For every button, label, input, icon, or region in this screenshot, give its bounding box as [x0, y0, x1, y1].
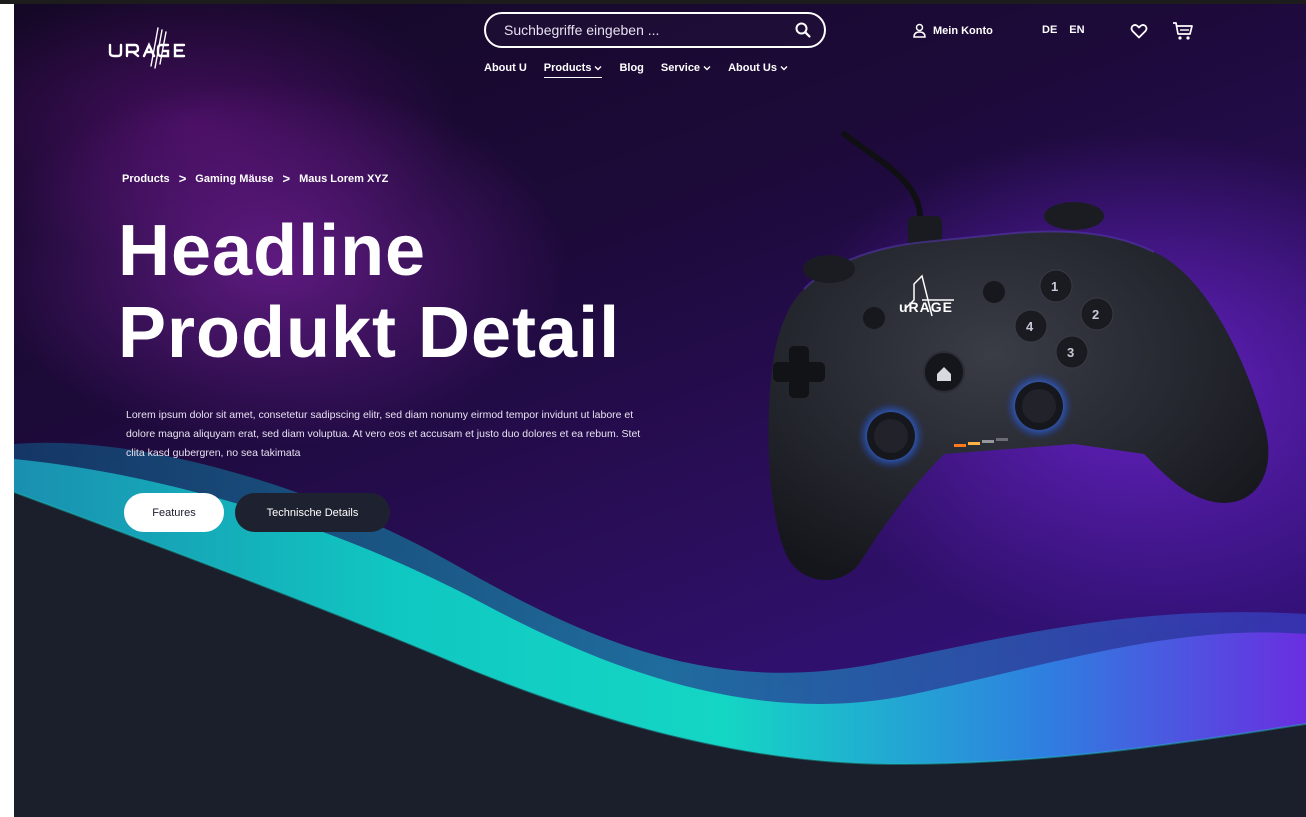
cart-icon[interactable]	[1172, 21, 1194, 41]
nav-item-products[interactable]: Products	[543, 62, 603, 78]
headline-line-2: Produkt Detail	[118, 293, 621, 373]
headline-line-1: Headline	[118, 211, 427, 291]
nav-item-blog[interactable]: Blog	[619, 62, 643, 78]
search-bar[interactable]	[484, 12, 826, 48]
language-switcher: DE EN	[1042, 24, 1085, 36]
svg-text:3: 3	[1067, 345, 1074, 360]
chevron-down-icon	[594, 66, 602, 71]
main-navigation: About U Products Blog Service About Us	[484, 62, 788, 78]
chevron-down-icon	[780, 66, 788, 71]
nav-item-label: About Us	[728, 62, 777, 74]
nav-item-label: About U	[484, 62, 527, 74]
breadcrumb-gaming-maeuse[interactable]: Gaming Mäuse	[195, 173, 273, 185]
technical-details-button[interactable]: Technische Details	[235, 493, 390, 532]
chevron-down-icon	[703, 66, 711, 71]
page-headline: Headline Produkt Detail	[118, 210, 620, 374]
features-button[interactable]: Features	[124, 493, 224, 532]
breadcrumb-current[interactable]: Maus Lorem XYZ	[299, 173, 388, 185]
heart-icon[interactable]	[1130, 23, 1148, 39]
language-en[interactable]: EN	[1069, 24, 1084, 36]
svg-text:uRAGE: uRAGE	[899, 299, 953, 315]
gamepad-product-image: uRAGE 1 2 4 3	[768, 131, 1269, 581]
breadcrumb-separator: >	[178, 171, 187, 186]
nav-item-label: Service	[660, 62, 701, 74]
breadcrumb: Products > Gaming Mäuse > Maus Lorem XYZ	[122, 171, 388, 186]
left-edge	[0, 4, 14, 817]
nav-item-label: Blog	[619, 62, 644, 74]
account-label: Mein Konto	[933, 24, 993, 37]
breadcrumb-separator: >	[282, 171, 291, 186]
nav-item-service[interactable]: Service	[661, 62, 711, 78]
search-input[interactable]	[504, 22, 794, 38]
svg-text:1: 1	[1051, 279, 1058, 294]
user-icon	[913, 23, 926, 38]
hero-section: About U Products Blog Service About Us M…	[14, 4, 1306, 817]
nav-item-about-u[interactable]: About U	[484, 62, 527, 78]
product-description: Lorem ipsum dolor sit amet, consetetur s…	[126, 409, 641, 459]
nav-item-about-us[interactable]: About Us	[728, 62, 788, 78]
breadcrumb-products[interactable]: Products	[122, 173, 170, 185]
urage-logo[interactable]	[106, 26, 196, 70]
account-link[interactable]: Mein Konto	[912, 23, 993, 38]
svg-text:4: 4	[1026, 319, 1034, 334]
svg-text:2: 2	[1092, 307, 1099, 322]
nav-item-label: Products	[543, 62, 592, 74]
language-de[interactable]: DE	[1042, 24, 1057, 36]
search-icon[interactable]	[794, 21, 812, 39]
